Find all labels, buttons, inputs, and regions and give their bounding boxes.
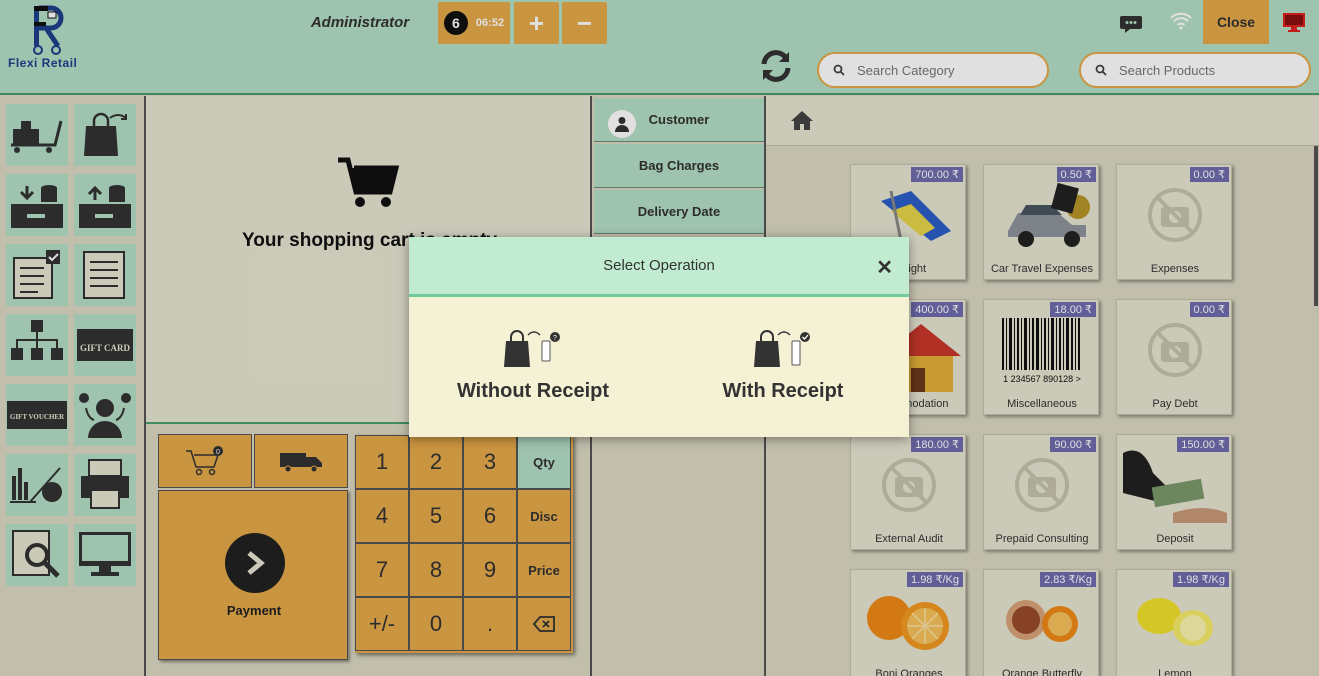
without-receipt-option[interactable]: ? Without Receipt — [423, 329, 643, 403]
bag-receipt-icon — [754, 330, 810, 367]
select-operation-dialog: Select Operation ✕ ? Without Receipt Wit… — [409, 237, 909, 437]
with-receipt-option[interactable]: With Receipt — [673, 329, 893, 403]
svg-text:?: ? — [553, 335, 557, 342]
dialog-header: Select Operation — [409, 237, 909, 297]
bag-no-receipt-icon: ? — [504, 330, 560, 367]
without-receipt-label: Without Receipt — [456, 380, 610, 402]
dialog-title: Select Operation — [603, 257, 715, 274]
close-icon[interactable]: ✕ — [876, 255, 893, 280]
with-receipt-label: With Receipt — [722, 380, 844, 402]
